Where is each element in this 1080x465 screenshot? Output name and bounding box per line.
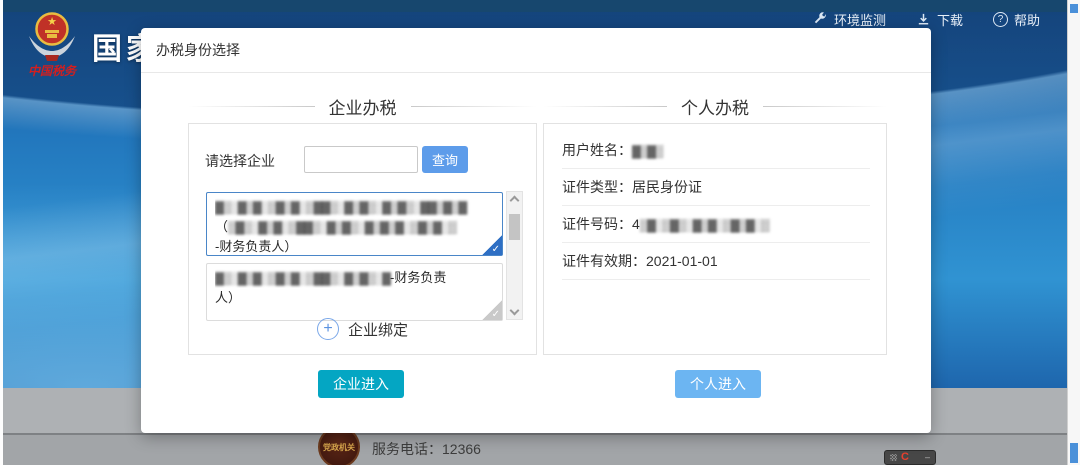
plus-circle-icon: + xyxy=(317,318,339,340)
personal-section-title: 个人办税 xyxy=(543,94,887,119)
selected-check-corner: ✓ xyxy=(482,235,502,255)
title-divider xyxy=(141,72,931,73)
user-name-row: 用户姓名：▓▒▓▒ xyxy=(562,132,870,169)
paren-open: （ xyxy=(215,219,228,234)
service-phone: 服务电话：12366 xyxy=(372,439,481,459)
wrench-icon xyxy=(813,12,828,27)
user-name-label: 用户姓名： xyxy=(562,142,632,158)
page-scrollbar[interactable] xyxy=(1067,0,1080,465)
id-number-prefix: 4 xyxy=(632,216,640,232)
enterprise-section-title: 企业办税 xyxy=(188,94,537,119)
personal-info-rows: 用户姓名：▓▒▓▒ 证件类型：居民身份证 证件号码：4▒▓░▒▓▒░▓▒▓░▒▓… xyxy=(562,132,870,280)
enterprise-list: ▓▒░▓▒▓░▒▓▒▓░▒▓▓▒░▓▒▓▒░▓▒▓▒░▓▓▒▓▒▓ （▒▓▒░▓… xyxy=(205,190,523,321)
logo-caption: 中国税务 xyxy=(20,62,84,79)
help-icon: ? xyxy=(993,12,1008,27)
nav-env-monitor-label: 环境监测 xyxy=(834,10,886,29)
nav-download[interactable]: 下载 xyxy=(916,10,963,29)
floating-widget[interactable]: C – xyxy=(884,450,936,465)
censored-id-number: ▒▓░▒▓▒░▓▒▓░▒▓▒▓░▒ xyxy=(640,218,769,232)
censored-company-name: ▓▒░▓▒▓░▒▓▒▓░▒▓▓▒░▓▒▓▒░▓ xyxy=(215,271,390,285)
page: ★ 中国税务 国家 环境监测 下载 ? 帮助 xyxy=(0,0,1080,465)
enterprise-list-item-selected[interactable]: ▓▒░▓▒▓░▒▓▒▓░▒▓▓▒░▓▒▓▒░▓▒▓▒░▓▓▒▓▒▓ （▒▓▒░▓… xyxy=(206,192,503,256)
enterprise-list-item[interactable]: ▓▒░▓▒▓░▒▓▒▓░▒▓▓▒░▓▒▓▒░▓-财务负责 人） ✓ xyxy=(206,263,503,321)
page-scrollbar-thumb[interactable] xyxy=(1070,443,1078,463)
id-type-value: 居民身份证 xyxy=(632,179,702,195)
validity-label: 证件有效期： xyxy=(562,253,646,269)
id-type-row: 证件类型：居民身份证 xyxy=(562,169,870,206)
validity-row: 证件有效期：2021-01-01 xyxy=(562,243,870,280)
widget-logo-glyph: C xyxy=(901,452,909,463)
minimize-icon: – xyxy=(925,453,930,462)
check-icon: ✓ xyxy=(492,244,502,255)
personal-enter-button[interactable]: 个人进入 xyxy=(675,370,761,398)
censored-company-detail: ▒▓▒░▓▒▓░▒▓▓▒░▓▒▓▒░▓▒▓▒▓░▒▓▒▓░▒ xyxy=(228,220,456,234)
id-type-label: 证件类型： xyxy=(562,179,632,195)
id-number-row: 证件号码：4▒▓░▒▓▒░▓▒▓░▒▓▒▓░▒ xyxy=(562,206,870,243)
nav-env-monitor[interactable]: 环境监测 xyxy=(813,10,886,29)
enterprise-bind-action[interactable]: + 企业绑定 xyxy=(189,318,536,340)
enterprise-search-input[interactable] xyxy=(304,146,418,173)
id-number-label: 证件号码： xyxy=(562,216,632,232)
left-edge xyxy=(0,0,3,465)
personal-panel: 用户姓名：▓▒▓▒ 证件类型：居民身份证 证件号码：4▒▓░▒▓▒░▓▒▓░▒▓… xyxy=(543,123,887,355)
list-scrollbar[interactable] xyxy=(506,191,523,320)
top-navigation: 环境监测 下载 ? 帮助 xyxy=(813,10,1040,29)
nav-help-label: 帮助 xyxy=(1014,10,1040,29)
list-scrollbar-thumb[interactable] xyxy=(509,214,520,240)
enterprise-panel: 请选择企业 查询 ▓▒░▓▒▓░▒▓▒▓░▒▓▓▒░▓▒▓▒░▓▒▓▒░▓▓▒▓… xyxy=(188,123,537,355)
enterprise-bind-label: 企业绑定 xyxy=(348,319,408,340)
query-button[interactable]: 查询 xyxy=(422,146,468,173)
grid-dots-icon xyxy=(890,454,897,461)
scroll-down-icon[interactable] xyxy=(510,306,520,316)
censored-user-name: ▓▒▓▒ xyxy=(632,144,663,158)
nav-help[interactable]: ? 帮助 xyxy=(993,10,1040,29)
select-enterprise-label: 请选择企业 xyxy=(205,151,275,171)
item-role-suffix: -财务负责 xyxy=(390,270,446,285)
item-role-suffix: -财务负责人） xyxy=(215,239,297,254)
identity-select-dialog: 办税身份选择 企业办税 个人办税 请选择企业 查询 ▓▒░▓▒▓░▒▓▒▓░▒▓… xyxy=(141,28,931,433)
dialog-title: 办税身份选择 xyxy=(156,40,240,60)
tax-bureau-emblem-logo: ★ xyxy=(24,8,80,69)
page-scrollbar-top-segment[interactable] xyxy=(1070,4,1078,13)
national-emblem-icon: ★ xyxy=(24,8,80,64)
nav-download-label: 下载 xyxy=(937,10,963,29)
download-icon xyxy=(916,12,931,27)
scroll-up-icon[interactable] xyxy=(510,196,520,206)
item-role-suffix2: 人） xyxy=(215,290,241,305)
enterprise-enter-button[interactable]: 企业进入 xyxy=(318,370,404,398)
censored-company-name: ▓▒░▓▒▓░▒▓▒▓░▒▓▓▒░▓▒▓▒░▓▒▓▒░▓▓▒▓▒▓ xyxy=(215,200,466,214)
validity-value: 2021-01-01 xyxy=(646,253,718,269)
svg-text:★: ★ xyxy=(47,16,57,28)
unselected-check-corner: ✓ xyxy=(482,300,502,320)
